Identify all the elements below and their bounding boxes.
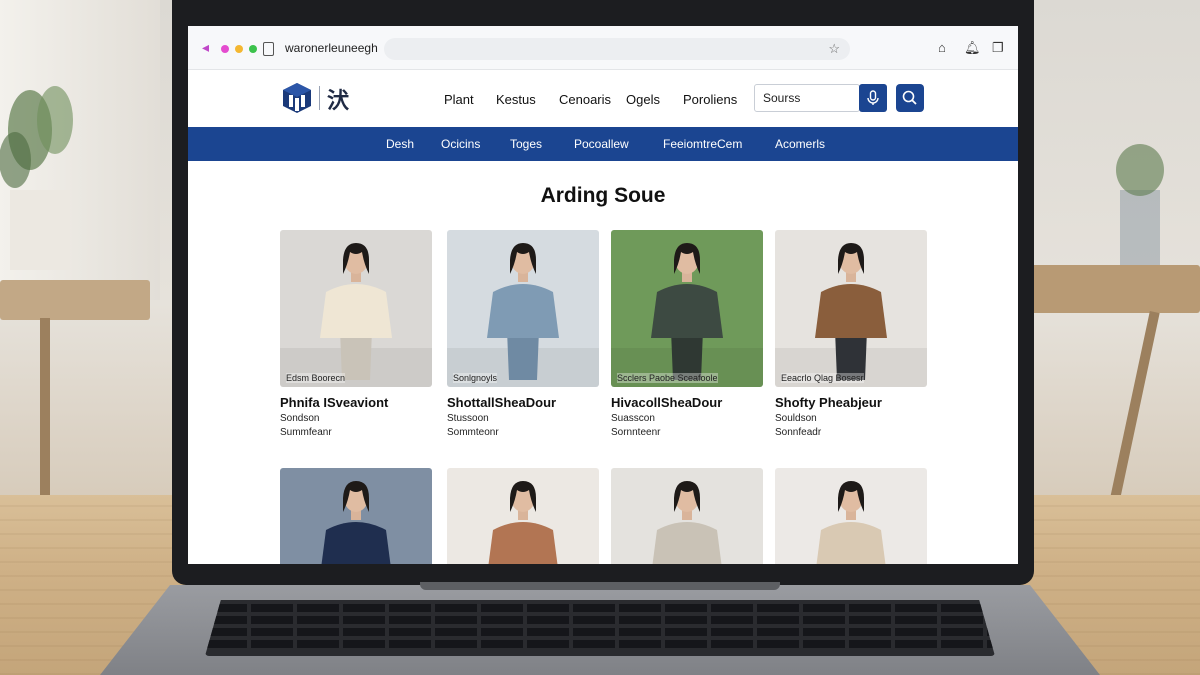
background-shelf-right [1030, 265, 1200, 313]
window-minimize-dot[interactable] [235, 45, 243, 53]
laptop-keyboard [205, 600, 995, 656]
product-title[interactable]: Phnifa ISveaviont [280, 395, 432, 410]
search-button[interactable] [896, 84, 924, 112]
product-card[interactable]: Edsm Boorecn Phnifa ISveaviont Sondson S… [280, 230, 432, 438]
nav-link-3[interactable]: Cenoaris [559, 92, 611, 107]
model-top [815, 284, 887, 338]
section-title: Arding Soue [540, 184, 666, 207]
page-icon [263, 42, 274, 56]
laptop-hinge [420, 582, 780, 590]
product-image[interactable] [447, 468, 599, 564]
product-title[interactable]: HivacollSheaDour [611, 395, 763, 410]
product-image[interactable]: Edsm Boorecn [280, 230, 432, 387]
product-image[interactable]: Scclers Paobe Sceafoole [611, 230, 763, 387]
product-subtitle: Sondson [280, 413, 320, 424]
product-card[interactable] [611, 468, 763, 564]
image-caption: Scclers Paobe Sceafoole [617, 373, 718, 383]
product-photo [611, 230, 763, 387]
product-subtitle: Stussoon [447, 413, 489, 424]
product-card[interactable]: Sonlgnoyls ShottallSheaDour Stussoon Som… [447, 230, 599, 438]
model-top [816, 522, 886, 564]
address-bar[interactable]: ☆ [384, 38, 850, 60]
image-caption: Sonlgnoyls [453, 373, 498, 383]
category-link-6[interactable]: Acomerls [775, 137, 825, 151]
tab-title[interactable]: waronerleuneegh [285, 41, 378, 55]
brand-logo-glyph[interactable]: 汱 [327, 83, 349, 115]
product-image[interactable]: Eeacrlo Qlag Bosesr [775, 230, 927, 387]
browser-toolbar: ◂ waronerleuneegh ☆ ⌂ 🔔︎ ❐ [188, 26, 1018, 70]
product-image[interactable] [611, 468, 763, 564]
site-header: 汱 Plant Kestus Cenoaris Ogels Poroliens [188, 71, 1018, 127]
product-photo [775, 468, 927, 564]
product-card[interactable] [775, 468, 927, 564]
product-image[interactable] [280, 468, 432, 564]
product-subtitle-2: Sommteonr [447, 427, 499, 438]
nav-link-5[interactable]: Poroliens [683, 92, 737, 107]
image-caption: Eeacrlo Qlag Bosesr [781, 373, 864, 383]
bookmark-star-icon[interactable]: ☆ [828, 41, 840, 57]
background-shelf-left [0, 280, 150, 320]
background-plant [0, 86, 73, 270]
image-caption: Edsm Boorecn [286, 373, 346, 383]
back-arrow-icon[interactable]: ◂ [202, 39, 209, 56]
product-card[interactable] [280, 468, 432, 564]
nav-link-1[interactable]: Plant [444, 92, 474, 107]
background-table-leg [1110, 311, 1160, 499]
product-photo [447, 468, 599, 564]
product-card[interactable]: Eeacrlo Qlag Bosesr Shofty Pheabjeur Sou… [775, 230, 927, 438]
product-subtitle: Suasscon [611, 413, 655, 424]
model-top [488, 522, 558, 564]
window-close-dot[interactable] [221, 45, 229, 53]
background-plant-right [1116, 144, 1164, 270]
category-link-5[interactable]: FeeiomtreCem [663, 137, 742, 151]
product-photo [280, 230, 432, 387]
lock-icon[interactable]: ⌂ [938, 40, 946, 55]
model-top [487, 284, 559, 338]
laptop-screen: ◂ waronerleuneegh ☆ ⌂ 🔔︎ ❐ 汱 Plant Kestu… [188, 26, 1018, 564]
model-top [320, 284, 392, 338]
tabs-icon[interactable]: ❐ [992, 40, 1004, 56]
bell-icon[interactable]: 🔔︎ [964, 40, 981, 56]
product-photo [280, 468, 432, 564]
product-card[interactable] [447, 468, 599, 564]
brand-logo-icon[interactable] [280, 81, 314, 115]
nav-link-2[interactable]: Kestus [496, 92, 536, 107]
product-subtitle-2: Sonnfeadr [775, 427, 822, 438]
voice-search-button[interactable] [859, 84, 887, 112]
product-card[interactable]: Scclers Paobe Sceafoole HivacollSheaDour… [611, 230, 763, 438]
model-top [321, 522, 391, 564]
category-link-3[interactable]: Toges [510, 137, 542, 151]
category-link-1[interactable]: Desh [386, 137, 414, 151]
product-photo [611, 468, 763, 564]
product-subtitle-2: Sornnteenr [611, 427, 661, 438]
category-link-4[interactable]: Pocoallew [574, 137, 629, 151]
model-top [651, 284, 723, 338]
search-input[interactable] [754, 84, 860, 112]
microphone-icon [867, 90, 879, 105]
product-subtitle: Souldson [775, 413, 817, 424]
search-icon [902, 90, 917, 105]
category-link-2[interactable]: Ocicins [441, 137, 480, 151]
model-top [652, 522, 722, 564]
logo-separator [319, 86, 320, 110]
product-image[interactable]: Sonlgnoyls [447, 230, 599, 387]
category-bar: Desh Ocicins Toges Pocoallew FeeiomtreCe… [188, 127, 1018, 161]
window-maximize-dot[interactable] [249, 45, 257, 53]
product-photo [447, 230, 599, 387]
nav-link-4[interactable]: Ogels [626, 92, 660, 107]
product-image[interactable] [775, 468, 927, 564]
product-photo [775, 230, 927, 387]
product-title[interactable]: Shofty Pheabjeur [775, 395, 927, 410]
product-title[interactable]: ShottallSheaDour [447, 395, 599, 410]
background-table-leg [40, 318, 50, 508]
product-subtitle-2: Summfeanr [280, 427, 332, 438]
